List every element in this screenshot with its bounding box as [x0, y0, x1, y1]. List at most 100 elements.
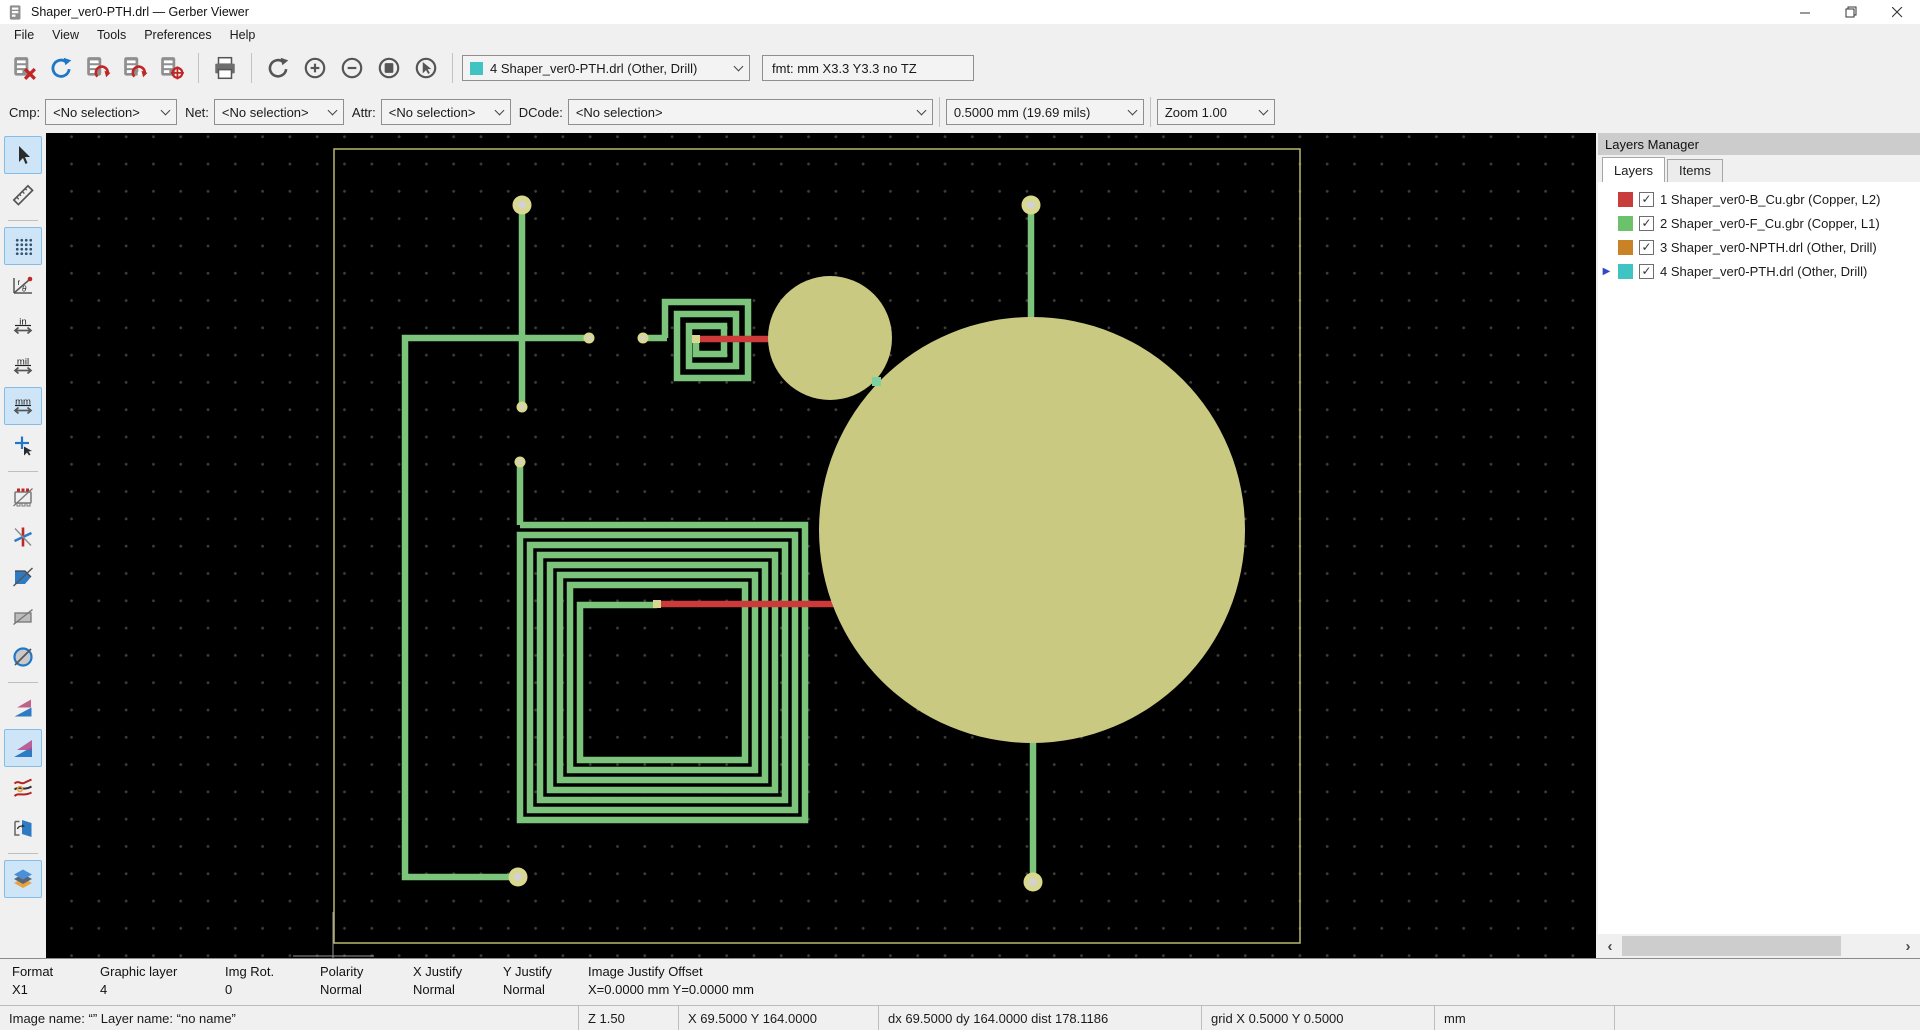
info-value: Normal [320, 982, 413, 997]
menu-preferences[interactable]: Preferences [135, 26, 220, 44]
main-area: r θ in mil mm [0, 133, 1920, 958]
grid-toggle-button[interactable] [4, 227, 42, 265]
measure-tool-button[interactable] [4, 176, 42, 214]
minimize-button[interactable] [1782, 0, 1828, 24]
layer-visibility-checkbox[interactable]: ✓ [1639, 192, 1654, 207]
flashed-sketch-mode-button[interactable] [4, 478, 42, 516]
reload-all-layers-button[interactable] [44, 51, 78, 85]
cmp-value: <No selection> [53, 105, 140, 120]
scroll-right-arrow[interactable]: › [1896, 934, 1920, 958]
info-label: Format [12, 964, 100, 979]
units-mils-button[interactable]: mil [4, 347, 42, 385]
tab-items[interactable]: Items [1667, 159, 1723, 182]
units-mm-button[interactable]: mm [4, 387, 42, 425]
open-drill-files-button[interactable] [118, 51, 152, 85]
scrollbar-track[interactable] [1622, 934, 1896, 958]
info-value: Normal [503, 982, 588, 997]
layers-horizontal-scrollbar[interactable]: ‹ › [1598, 934, 1920, 958]
layer-visibility-checkbox[interactable]: ✓ [1639, 264, 1654, 279]
attr-value: <No selection> [389, 105, 476, 120]
zoom-fit-button[interactable] [372, 51, 406, 85]
negative-objects-ghost-button[interactable] [4, 598, 42, 636]
layers-compare-icon [11, 696, 35, 720]
toolbar-separator [452, 53, 453, 83]
tangent-pad [872, 377, 881, 386]
layer-visibility-checkbox[interactable]: ✓ [1639, 216, 1654, 231]
attr-select[interactable]: <No selection> [381, 99, 511, 125]
redraw-icon [265, 55, 291, 81]
info-value: Normal [413, 982, 503, 997]
chevron-down-icon [916, 106, 926, 116]
clear-all-layers-button[interactable] [7, 51, 41, 85]
layers-manager-toggle-button[interactable] [4, 860, 42, 898]
zoom-out-button[interactable] [335, 51, 369, 85]
toolbar-separator [8, 220, 38, 221]
menu-file[interactable]: File [5, 26, 43, 44]
units-in-icon: in [11, 314, 35, 338]
zoom-in-button[interactable] [298, 51, 332, 85]
layer-color-swatch[interactable] [1618, 240, 1633, 255]
high-contrast-mode-button[interactable] [4, 769, 42, 807]
info-label: Image Justify Offset [588, 964, 754, 979]
polar-coordinates-button[interactable]: r θ [4, 267, 42, 305]
chevron-down-icon [327, 106, 337, 116]
reload-icon [48, 55, 74, 81]
gerber-artwork [46, 133, 1596, 958]
menu-help[interactable]: Help [221, 26, 265, 44]
format-info-field[interactable]: fmt: mm X3.3 Y3.3 no TZ [762, 55, 974, 81]
flip-board-view-button[interactable] [4, 809, 42, 847]
layer-row[interactable]: ✓ 2 Shaper_ver0-F_Cu.gbr (Copper, L1) [1598, 211, 1920, 235]
menu-view[interactable]: View [43, 26, 88, 44]
lines-sketch-mode-button[interactable] [4, 518, 42, 556]
grid-size-select[interactable]: 0.5000 mm (19.69 mils) [946, 99, 1144, 125]
open-job-file-button[interactable] [155, 51, 189, 85]
dcode-numbers-button[interactable] [4, 638, 42, 676]
layer-color-swatch[interactable] [1618, 264, 1633, 279]
units-inches-button[interactable]: in [4, 307, 42, 345]
crossed-lines-icon [11, 525, 35, 549]
layer-color-swatch[interactable] [1618, 216, 1633, 231]
open-gerber-icon [85, 55, 111, 81]
active-layer-label: 4 Shaper_ver0-PTH.drl (Other, Drill) [490, 61, 697, 76]
cmp-select[interactable]: <No selection> [45, 99, 177, 125]
layers-manager-panel: Layers Manager Layers Items ✓ 1 Shaper_v… [1596, 133, 1920, 958]
scroll-left-arrow[interactable]: ‹ [1598, 934, 1622, 958]
open-drill-icon [122, 55, 148, 81]
select-tool-button[interactable] [4, 136, 42, 174]
origin-crosshair [293, 912, 374, 958]
tab-layers[interactable]: Layers [1602, 157, 1665, 182]
compare-mode-off-button[interactable] [4, 689, 42, 727]
cursor-shape-button[interactable] [4, 427, 42, 465]
menu-tools[interactable]: Tools [88, 26, 135, 44]
print-button[interactable] [208, 51, 242, 85]
chevron-down-icon [1127, 106, 1137, 116]
net-value: <No selection> [222, 105, 309, 120]
scrollbar-thumb[interactable] [1622, 936, 1841, 956]
polygons-sketch-mode-button[interactable] [4, 558, 42, 596]
active-layer-select[interactable]: 4 Shaper_ver0-PTH.drl (Other, Drill) [462, 55, 750, 81]
net-select[interactable]: <No selection> [214, 99, 344, 125]
layer-row[interactable]: ✓ 1 Shaper_ver0-B_Cu.gbr (Copper, L2) [1598, 187, 1920, 211]
layer-row-current[interactable]: ▶ ✓ 4 Shaper_ver0-PTH.drl (Other, Drill) [1598, 259, 1920, 283]
info-value: 0 [225, 982, 320, 997]
layer-color-swatch[interactable] [1618, 192, 1633, 207]
gerber-canvas[interactable] [46, 133, 1596, 958]
toolbar-separator [251, 53, 252, 83]
layer-row[interactable]: ✓ 3 Shaper_ver0-NPTH.drl (Other, Drill) [1598, 235, 1920, 259]
zoom-select[interactable]: Zoom 1.00 [1157, 99, 1275, 125]
title-bar: Shaper_ver0-PTH.drl — Gerber Viewer [0, 0, 1920, 24]
close-button[interactable] [1874, 0, 1920, 24]
toolbar-separator [8, 682, 38, 683]
layer-visibility-checkbox[interactable]: ✓ [1639, 240, 1654, 255]
open-gerber-files-button[interactable] [81, 51, 115, 85]
restore-button[interactable] [1828, 0, 1874, 24]
app-icon [7, 4, 24, 21]
polygon-sketch-icon [11, 565, 35, 589]
redraw-view-button[interactable] [261, 51, 295, 85]
ruler-icon [11, 183, 35, 207]
layers-manager-caption: Layers Manager [1598, 133, 1920, 155]
dcode-select[interactable]: <No selection> [568, 99, 933, 125]
zoom-selection-button[interactable] [409, 51, 443, 85]
compare-mode-on-button[interactable] [4, 729, 42, 767]
status-relative-position: dx 69.5000 dy 164.0000 dist 178.1186 [878, 1006, 1201, 1030]
